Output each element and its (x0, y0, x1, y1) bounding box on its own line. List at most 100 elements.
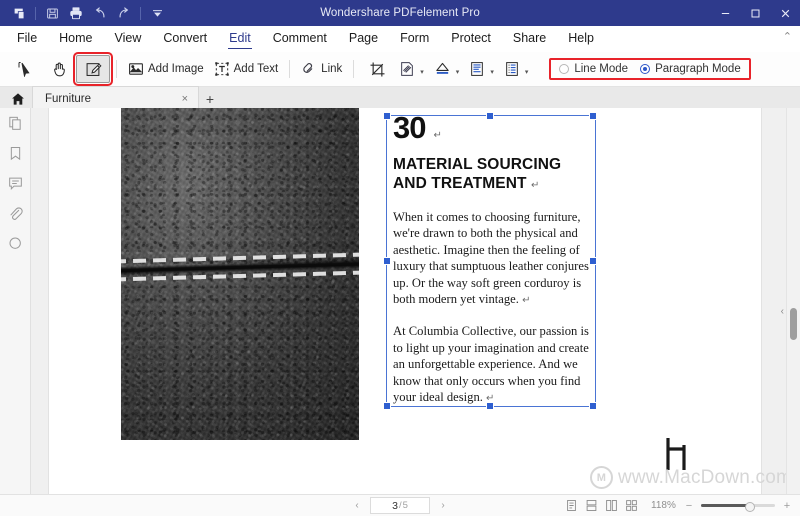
body-paragraph-1: When it comes to choosing furniture, we'… (393, 209, 594, 309)
add-text-button[interactable]: Add Text (209, 55, 284, 83)
divider (140, 7, 141, 20)
link-label: Link (321, 63, 342, 75)
menu-bar: File Home View Convert Edit Comment Page… (0, 26, 800, 52)
body-paragraph-1-text: When it comes to choosing furniture, we'… (393, 210, 589, 306)
add-image-button[interactable]: Add Image (123, 55, 209, 83)
divider (116, 60, 117, 78)
menu-item-convert[interactable]: Convert (152, 26, 218, 51)
paragraph-mode-radio[interactable] (640, 64, 650, 74)
comment-icon[interactable] (8, 176, 23, 191)
close-button[interactable] (770, 0, 800, 26)
next-page-button[interactable]: › (436, 500, 450, 511)
thumbnails-icon[interactable] (8, 116, 23, 131)
chevron-down-icon[interactable]: ▾ (525, 68, 529, 76)
line-mode-radio[interactable] (559, 64, 569, 74)
undo-icon[interactable] (88, 2, 112, 24)
menu-item-protect[interactable]: Protect (440, 26, 502, 51)
menu-item-view[interactable]: View (104, 26, 153, 51)
title-bar: Wondershare PDFelement Pro (0, 0, 800, 26)
chair-graphic (663, 436, 691, 477)
status-bar: ‹ 3 / 5 › 118% (0, 494, 800, 516)
new-tab-button[interactable]: + (199, 87, 221, 110)
redo-icon[interactable] (112, 2, 136, 24)
menu-item-file[interactable]: File (6, 26, 48, 51)
body-paragraph-2: At Columbia Collective, our passion is t… (393, 323, 594, 407)
select-tool-button[interactable] (8, 55, 42, 83)
view-and-zoom-controls: 118% − + (565, 499, 792, 512)
menu-item-edit[interactable]: Edit (218, 26, 262, 51)
menu-item-form[interactable]: Form (389, 26, 440, 51)
document-tab-furniture[interactable]: Furniture × (32, 86, 199, 110)
divider (35, 7, 36, 20)
scrollbar-thumb[interactable] (790, 308, 797, 340)
file-icon[interactable] (7, 2, 31, 24)
text-block[interactable]: 30 ↵ MATERIAL SOURCING AND TREATMENT ↵ W… (391, 112, 594, 421)
collapse-panel-icon[interactable]: ‹ (781, 306, 784, 317)
collapse-ribbon-icon[interactable]: ⌃ (783, 30, 792, 43)
menu-item-home[interactable]: Home (48, 26, 103, 51)
pdf-page[interactable]: 30 ↵ MATERIAL SOURCING AND TREATMENT ↵ W… (49, 108, 761, 495)
maximize-button[interactable] (740, 0, 770, 26)
resize-handle-top-left[interactable] (383, 112, 391, 120)
line-mode-label: Line Mode (574, 63, 628, 75)
menu-item-comment[interactable]: Comment (262, 26, 338, 51)
grid-view-icon[interactable] (625, 499, 638, 512)
section-headline: MATERIAL SOURCING AND TREATMENT ↵ (393, 155, 594, 195)
crop-button[interactable] (360, 55, 394, 83)
page-number-field[interactable]: 3 / 5 (370, 497, 430, 514)
add-text-label: Add Text (234, 63, 279, 75)
vertical-scrollbar[interactable] (786, 108, 800, 495)
menu-item-help[interactable]: Help (557, 26, 605, 51)
hand-tool-button[interactable] (42, 55, 76, 83)
line-mode-option[interactable]: Line Mode (559, 63, 628, 75)
facing-page-view-icon[interactable] (605, 499, 618, 512)
zoom-level-label: 118% (651, 500, 677, 511)
document-tab-label: Furniture (45, 93, 91, 105)
zoom-slider-handle[interactable] (745, 502, 755, 512)
zoom-in-button[interactable]: + (782, 500, 792, 512)
background-button[interactable]: ▾ (429, 55, 465, 83)
edit-toolbar: Add Image Add Text Link ▾ (0, 52, 800, 87)
paragraph-mark-icon: ↵ (531, 180, 539, 191)
edit-text-and-image-button[interactable] (76, 55, 110, 83)
watermark-button[interactable]: ▾ (394, 55, 429, 83)
window-controls (710, 0, 800, 26)
zoom-slider[interactable] (701, 504, 775, 507)
bates-numbering-button[interactable]: ▾ (499, 55, 534, 83)
paragraph-mode-label: Paragraph Mode (655, 63, 741, 75)
chevron-down-icon[interactable]: ▾ (456, 68, 460, 76)
zoom-out-button[interactable]: − (684, 500, 694, 512)
bookmark-icon[interactable] (8, 146, 23, 161)
link-button[interactable]: Link (296, 55, 347, 83)
current-page-value: 3 (392, 500, 398, 512)
previous-page-button[interactable]: ‹ (350, 500, 364, 511)
page-navigator: ‹ 3 / 5 › (350, 497, 450, 514)
menu-item-page[interactable]: Page (338, 26, 389, 51)
search-icon[interactable] (8, 236, 23, 251)
chevron-down-icon[interactable]: ▾ (420, 68, 424, 76)
paragraph-mark-icon: ↵ (486, 393, 494, 404)
main-area: 30 ↵ MATERIAL SOURCING AND TREATMENT ↵ W… (0, 108, 800, 495)
print-icon[interactable] (64, 2, 88, 24)
leather-photo[interactable] (121, 108, 359, 440)
chevron-down-icon[interactable]: ▾ (490, 68, 494, 76)
paragraph-mode-option[interactable]: Paragraph Mode (640, 63, 741, 75)
attachment-icon[interactable] (8, 206, 23, 221)
page-separator: / (399, 500, 402, 511)
header-footer-button[interactable]: ▾ (464, 55, 499, 83)
minimize-button[interactable] (710, 0, 740, 26)
paragraph-mark-icon: ↵ (522, 295, 530, 306)
divider (289, 60, 290, 78)
chapter-number: 30 ↵ (393, 112, 594, 143)
continuous-view-icon[interactable] (585, 499, 598, 512)
total-pages-value: 5 (403, 500, 408, 511)
resize-handle-middle-left[interactable] (383, 257, 391, 265)
menu-item-share[interactable]: Share (502, 26, 557, 51)
close-icon[interactable]: × (180, 93, 190, 105)
single-page-view-icon[interactable] (565, 499, 578, 512)
document-canvas[interactable]: 30 ↵ MATERIAL SOURCING AND TREATMENT ↵ W… (31, 108, 800, 495)
resize-handle-bottom-left[interactable] (383, 402, 391, 410)
home-tab-button[interactable] (4, 87, 32, 110)
customize-dropdown-icon[interactable] (145, 2, 169, 24)
save-icon[interactable] (40, 2, 64, 24)
